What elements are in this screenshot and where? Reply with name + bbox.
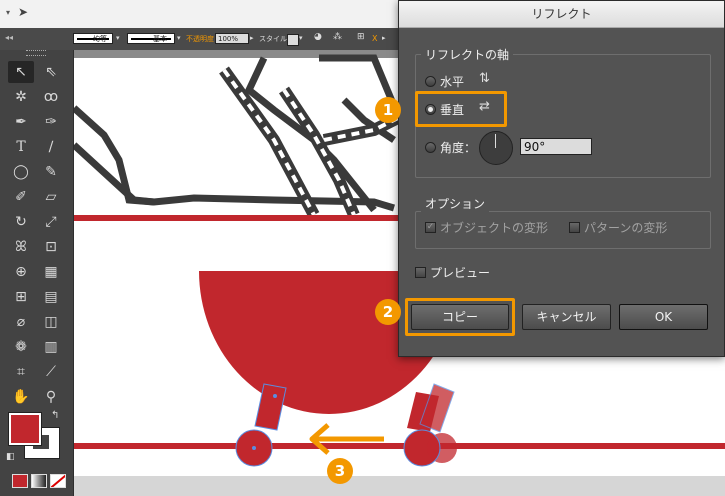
dialog-title: リフレクト xyxy=(399,1,724,28)
horizontal-label[interactable]: 水平 xyxy=(440,73,464,90)
vertical-radio[interactable] xyxy=(425,104,436,115)
shape-builder-icon[interactable]: ⊕ xyxy=(8,261,34,283)
gradient-mode-button[interactable] xyxy=(31,474,47,488)
direct-selection-tool-icon[interactable]: ⇖ xyxy=(38,61,64,83)
default-colors-icon[interactable]: ◧ xyxy=(6,452,15,462)
align-icon[interactable]: ⁂ xyxy=(333,32,342,42)
eyedropper-icon[interactable]: ⌀ xyxy=(8,311,34,333)
pen-icon[interactable]: ✒ xyxy=(8,111,34,133)
brush-definition-sample[interactable] xyxy=(127,33,175,44)
copy-button[interactable]: コピー xyxy=(411,304,509,330)
line-icon[interactable]: ∕ xyxy=(38,136,64,158)
angle-input[interactable]: 90° xyxy=(520,138,592,155)
rotate-icon[interactable]: ↻ xyxy=(8,211,34,233)
transform-x-icon[interactable]: ⊞ xyxy=(357,32,365,42)
vertical-axis-icon: ⇄ xyxy=(479,99,490,114)
swap-colors-icon[interactable]: ↰ xyxy=(51,410,59,421)
reflected-wheel-copy xyxy=(235,383,287,467)
axis-group-label: リフレクトの軸 xyxy=(421,46,514,63)
transform-objects-checkbox[interactable]: ✓ xyxy=(425,222,436,233)
free-transform-icon[interactable]: ⊡ xyxy=(38,236,64,258)
none-mode-button[interactable] xyxy=(50,474,66,488)
paintbrush-icon[interactable]: ✎ xyxy=(38,161,64,183)
magic-wand-icon[interactable]: ✲ xyxy=(8,86,34,108)
graphic-style-swatch[interactable] xyxy=(287,34,299,46)
blob-brush-icon[interactable]: ✐ xyxy=(8,186,34,208)
selection-tool-icon[interactable]: ↖ xyxy=(8,61,34,83)
stroke-profile-label: 均等 xyxy=(93,35,107,43)
brush-definition-label: 基本 xyxy=(153,35,167,43)
opacity-field[interactable]: 100% xyxy=(215,33,249,44)
type-icon[interactable]: T xyxy=(8,136,34,158)
transform-patterns-checkbox[interactable] xyxy=(569,222,580,233)
cancel-button[interactable]: キャンセル xyxy=(522,304,611,330)
original-wheel xyxy=(403,383,457,467)
recolor-icon[interactable]: ◕ xyxy=(314,32,322,42)
red-stripe-bottom xyxy=(74,443,725,449)
canvas-bottom-strip xyxy=(74,476,725,496)
artboard-icon[interactable]: ⌗ xyxy=(8,361,34,383)
zoom-icon[interactable]: ⚲ xyxy=(38,386,64,408)
hand-icon[interactable]: ✋ xyxy=(8,386,34,408)
step-2-badge: 2 xyxy=(375,299,401,325)
step-3-badge: 3 xyxy=(327,458,353,484)
selection-arrow-icon[interactable]: ➤ xyxy=(18,5,28,19)
x-coordinate-icon[interactable]: X xyxy=(372,34,377,43)
fill-color-box[interactable] xyxy=(8,412,42,446)
column-graph-icon[interactable]: ▥ xyxy=(38,336,64,358)
warp-icon[interactable]: ꕤ xyxy=(8,236,34,258)
mesh-icon[interactable]: ⊞ xyxy=(8,286,34,308)
preview-label[interactable]: プレビュー xyxy=(430,264,490,281)
ellipse-icon[interactable]: ◯ xyxy=(8,161,34,183)
perspective-grid-icon[interactable]: ▦ xyxy=(38,261,64,283)
panel-menu-icon[interactable]: ▾ xyxy=(6,8,10,17)
step-1-badge: 1 xyxy=(375,97,401,123)
brush-dropdown-icon[interactable]: ▾ xyxy=(177,34,181,42)
lasso-icon[interactable]: ꝏ xyxy=(38,86,64,108)
curvature-icon[interactable]: ✑ xyxy=(38,111,64,133)
horizontal-axis-icon: ⇅ xyxy=(479,71,490,86)
slice-icon[interactable]: ⟋ xyxy=(38,361,64,383)
stroke-dropdown-icon[interactable]: ▾ xyxy=(116,34,120,42)
angle-radio[interactable] xyxy=(425,142,436,153)
blend-icon[interactable]: ◫ xyxy=(38,311,64,333)
toolbox-grip[interactable] xyxy=(26,50,46,56)
angle-dial[interactable] xyxy=(479,131,513,165)
transform-objects-label[interactable]: オブジェクトの変形 xyxy=(440,219,548,236)
options-group-label: オプション xyxy=(421,195,490,212)
color-mode-button[interactable] xyxy=(12,474,28,488)
eraser-icon[interactable]: ▱ xyxy=(38,186,64,208)
collapse-panel-icon[interactable]: ◂◂ xyxy=(5,33,13,42)
scale-icon[interactable]: ⤢ xyxy=(38,211,64,233)
preview-checkbox[interactable] xyxy=(415,267,426,278)
ok-button[interactable]: OK xyxy=(619,304,708,330)
x-arrow-icon[interactable]: ▸ xyxy=(382,34,386,42)
opacity-arrow-icon[interactable]: ▸ xyxy=(250,34,254,42)
gradient-icon[interactable]: ▤ xyxy=(38,286,64,308)
reflect-dialog: リフレクト リフレクトの軸 水平 ⇅ 垂直 ⇄ 角度： 90° オプション ✓ … xyxy=(398,0,725,357)
horizontal-radio[interactable] xyxy=(425,76,436,87)
angle-label[interactable]: 角度： xyxy=(440,139,476,156)
symbol-sprayer-icon[interactable]: ❁ xyxy=(8,336,34,358)
transform-patterns-label[interactable]: パターンの変形 xyxy=(584,219,667,236)
style-dropdown-icon[interactable]: ▾ xyxy=(299,34,303,42)
vertical-label[interactable]: 垂直 xyxy=(440,101,464,118)
